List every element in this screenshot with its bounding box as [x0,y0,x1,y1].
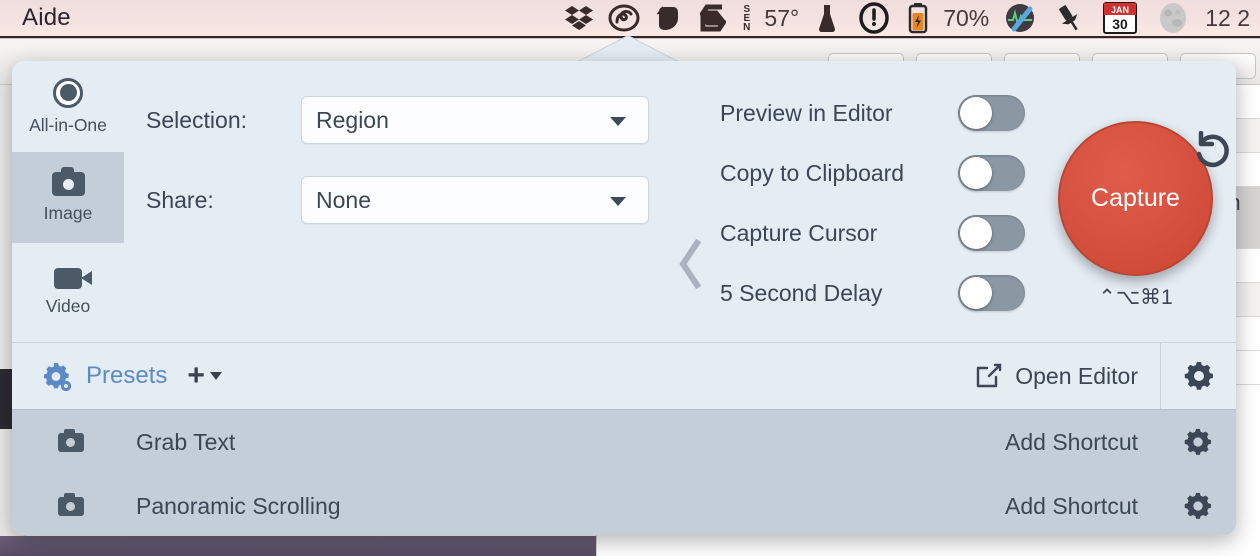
capture-button-label: Capture [1091,184,1180,212]
presets-settings-button[interactable] [1160,342,1236,410]
sen-letters: SEN [743,3,751,33]
calendar-icon[interactable]: JAN 30 [1093,0,1147,37]
presets-bar: Presets + Open Editor [12,342,1236,410]
gear-icon [1184,428,1211,455]
toggle-preview-in-editor[interactable]: Preview in Editor [720,93,1025,133]
chevron-down-icon [209,372,222,380]
selection-label: Selection: [146,106,248,133]
toggle-switch[interactable] [958,215,1025,251]
istat-icon[interactable] [995,0,1045,37]
toggle-knob [960,97,992,129]
camera-icon [51,166,85,196]
toggle-label: Copy to Clipboard [720,159,905,186]
mode-tab-label: Video [45,296,91,316]
battery-percent-label[interactable]: 70% [937,0,995,37]
share-value: None [316,186,371,213]
toggle-knob [960,217,992,249]
flask-icon[interactable] [805,0,849,37]
record-ring-icon [53,77,83,108]
toggle-knob [960,277,992,309]
presets-list: Grab Text Add Shortcut Panoramic Scrolli… [12,409,1236,535]
camera-icon [58,428,84,452]
toggle-label: Capture Cursor [720,219,878,246]
popover-arrow [578,36,678,62]
share-row: Share: None [146,176,649,224]
video-camera-icon [54,268,92,289]
capture-shortcut-label: ⌃⌥⌘1 [1098,286,1173,309]
temperature-label[interactable]: 57° [758,0,805,37]
toggle-label: 5 Second Delay [720,279,883,306]
moon-icon[interactable] [1147,0,1199,37]
mode-tab-all-in-one[interactable]: All-in-One [12,61,124,152]
open-editor-label: Open Editor [1015,362,1138,389]
toggle-knob [960,157,992,189]
sen-indicator[interactable]: SEN [735,0,758,37]
preset-add-shortcut[interactable]: Add Shortcut [1005,429,1160,456]
desktop-wallpaper-band [0,536,596,556]
evernote-icon[interactable] [647,0,691,37]
svg-text:JAN: JAN [1111,5,1129,15]
selection-row: Selection: Region [146,96,649,144]
pin-icon[interactable] [1045,0,1093,37]
capture-popover: All-in-One Image Video Selection: Region… [12,61,1236,535]
preset-name: Panoramic Scrolling [136,492,341,519]
menu-bar-clock[interactable]: 12 2 [1199,0,1254,37]
plus-icon: + [187,359,205,392]
preset-name: Grab Text [136,428,236,455]
mode-tab-label: All-in-One [29,114,107,135]
creative-cloud-icon[interactable] [601,0,647,37]
capture-options-area: All-in-One Image Video Selection: Region… [12,61,1236,342]
mode-tab-video[interactable]: Video [12,243,124,342]
open-editor-button[interactable]: Open Editor [975,362,1160,390]
share-dropdown[interactable]: None [301,176,649,224]
toggle-copy-to-clipboard[interactable]: Copy to Clipboard [720,153,1025,193]
circle-exclaim-icon[interactable] [849,0,899,37]
capture-button[interactable]: Capture [1058,121,1213,276]
presets-title: Presets [86,362,168,389]
chevron-down-icon [610,197,626,206]
preset-row[interactable]: Grab Text Add Shortcut [12,410,1236,474]
gear-icon [1184,492,1211,519]
mode-rail: All-in-One Image Video [12,61,124,342]
preset-add-shortcut[interactable]: Add Shortcut [1005,493,1160,520]
preset-settings-button[interactable] [1160,492,1236,520]
gear-icon [1184,361,1214,391]
mode-tab-label: Image [43,202,93,223]
preset-row[interactable]: Panoramic Scrolling Add Shortcut [12,474,1236,535]
camera-icon [58,492,84,516]
toggle-switch[interactable] [958,95,1025,131]
dropbox-icon[interactable] [557,0,601,37]
selection-dropdown[interactable]: Region [301,96,649,144]
undo-arrow-icon[interactable] [1192,131,1234,173]
toggle-switch[interactable] [958,155,1025,191]
toggle-capture-cursor[interactable]: Capture Cursor [720,213,1025,253]
menu-bar-status-items: SEN 57° 70% JAN 30 12 2 [557,0,1260,36]
add-preset-button[interactable]: + [187,359,222,392]
toggle-switch[interactable] [958,275,1025,311]
menu-bar: Aide S E N 57° 70% JAN 30 12 2 [0,0,1260,38]
svg-text:30: 30 [1112,16,1128,32]
preset-settings-button[interactable] [1160,428,1236,456]
selection-value: Region [316,106,389,133]
presets-header: Presets + [42,361,222,391]
toggle-5-second-delay[interactable]: 5 Second Delay [720,273,1025,313]
share-label: Share: [146,186,214,213]
gear-icon [42,361,72,391]
snagit-icon[interactable] [691,0,735,37]
battery-icon[interactable] [899,0,937,37]
menu-bar-app-title[interactable]: Aide [22,4,71,32]
mode-tab-image[interactable]: Image [12,152,124,243]
chevron-left-icon[interactable] [677,239,703,289]
edit-square-icon [975,362,1003,390]
toggle-label: Preview in Editor [720,99,893,126]
chevron-down-icon [610,117,626,126]
